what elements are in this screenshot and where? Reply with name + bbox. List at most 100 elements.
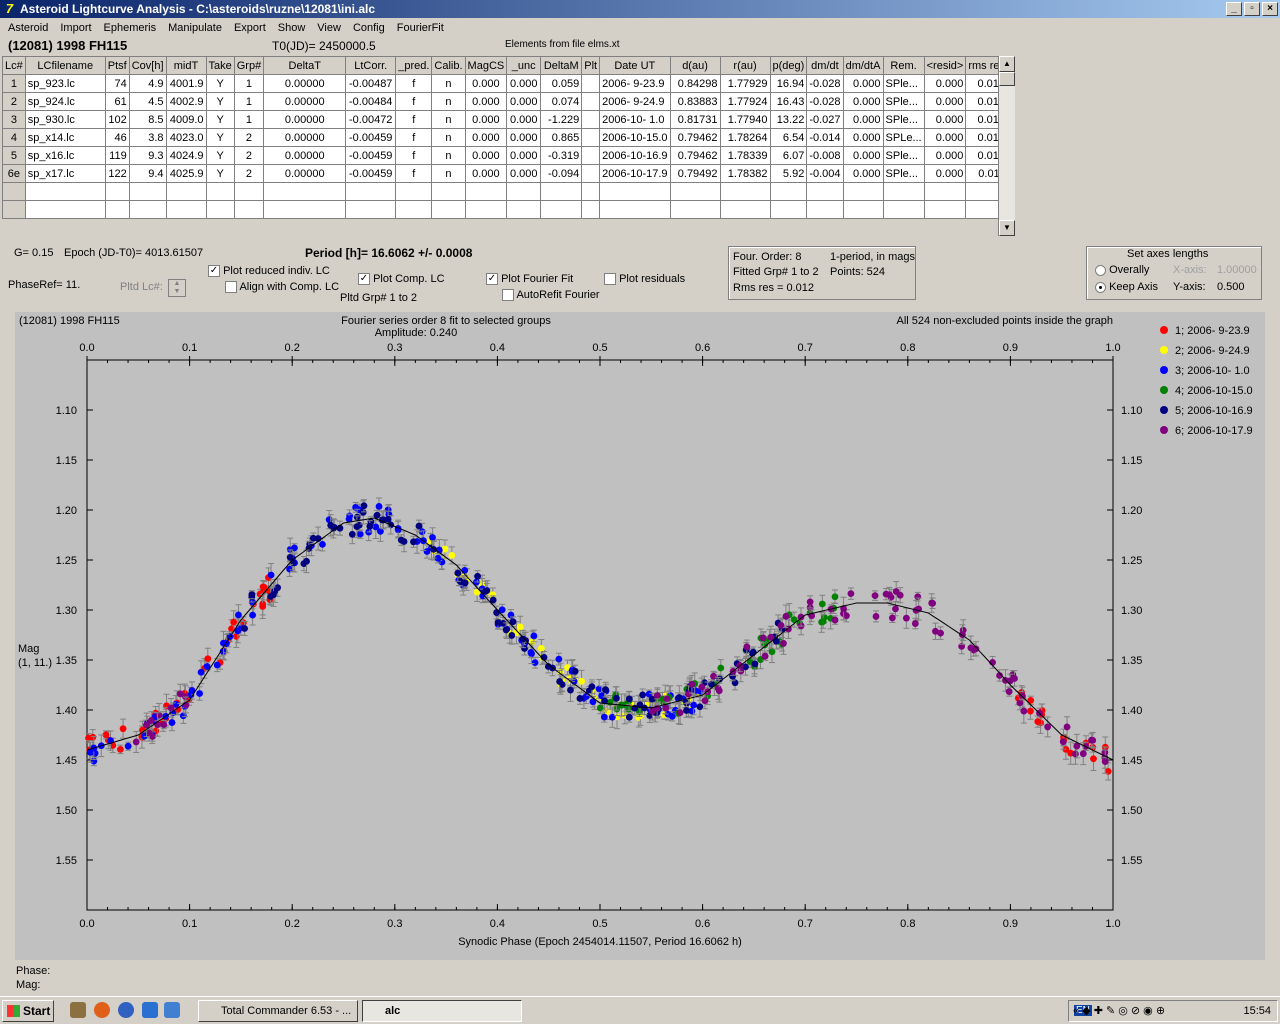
table-cell[interactable]: 0.000 [923,92,967,111]
lightcurve-plot[interactable]: (12081) 1998 FH115 Fourier series order 8… [15,312,1265,960]
plot-fourier-checkbox[interactable]: ✓ Plot Fourier Fit [486,273,573,286]
table-cell[interactable] [806,182,844,201]
table-cell[interactable]: 2 [2,92,26,111]
table-cell[interactable] [581,164,601,183]
table-cell[interactable]: 1 [233,74,265,93]
table-cell[interactable]: 4024.9 [165,146,207,165]
table-cell[interactable]: 0.000 [464,110,508,129]
table-cell[interactable]: 3.8 [128,128,167,147]
table-cell[interactable]: 0.84298 [669,74,721,93]
plot-comp-checkbox[interactable]: ✓ Plot Comp. LC [358,273,445,286]
table-cell[interactable]: Y [205,92,235,111]
table-cell[interactable]: -0.028 [806,92,844,111]
column-header[interactable]: d(au) [669,56,721,75]
table-cell[interactable]: n [431,92,466,111]
table-cell[interactable] [581,146,601,165]
table-cell[interactable] [345,200,397,219]
table-cell[interactable] [769,182,808,201]
table-cell[interactable]: 0.000 [506,128,542,147]
table-scrollbar[interactable]: ▲ ▼ [998,56,1015,236]
table-cell[interactable]: 4009.0 [165,110,207,129]
table-cell[interactable]: 0.79462 [669,146,721,165]
quicklaunch-firefox-icon[interactable] [94,1002,110,1018]
column-header[interactable]: DeltaT [263,56,347,75]
table-cell[interactable]: 0.000 [923,164,967,183]
table-cell[interactable]: 16.94 [769,74,808,93]
table-cell[interactable]: 119 [104,146,130,165]
column-header[interactable]: LtCorr. [345,56,397,75]
task-total-commander[interactable]: Total Commander 6.53 - ... [198,1000,358,1022]
table-cell[interactable]: Y [205,164,235,183]
table-cell[interactable]: 0.000 [506,164,542,183]
table-cell[interactable]: 6e [2,164,26,183]
table-cell[interactable]: Y [205,110,235,129]
table-cell[interactable]: 0.000 [923,128,967,147]
table-cell[interactable]: 2006-10-17.9 [599,164,671,183]
column-header[interactable]: p(deg) [769,56,808,75]
table-cell[interactable]: 0.000 [506,92,542,111]
table-row[interactable] [2,200,1008,219]
table-cell[interactable] [669,182,721,201]
table-cell[interactable] [719,200,771,219]
table-cell[interactable] [205,200,235,219]
close-button[interactable]: × [1262,2,1278,16]
table-cell[interactable]: 8.5 [128,110,167,129]
column-header[interactable]: midT [165,56,207,75]
column-header[interactable]: Grp# [233,56,265,75]
table-cell[interactable]: 6.07 [769,146,808,165]
table-cell[interactable]: n [431,74,466,93]
table-cell[interactable] [540,182,583,201]
table-cell[interactable]: Y [205,74,235,93]
table-cell[interactable] [599,182,671,201]
table-cell[interactable]: SPLe... [882,128,925,147]
table-cell[interactable] [540,200,583,219]
table-cell[interactable]: 3 [2,110,26,129]
overally-radio[interactable]: Overally [1095,264,1149,276]
column-header[interactable]: _pred. [395,56,433,75]
task-alc[interactable]: alc [362,1000,522,1022]
table-cell[interactable]: 0.79462 [669,128,721,147]
table-cell[interactable]: 4002.9 [165,92,207,111]
menu-ephemeris[interactable]: Ephemeris [98,19,163,37]
table-cell[interactable]: sp_x17.lc [24,164,106,183]
table-cell[interactable]: 0.000 [506,110,542,129]
table-cell[interactable]: 0.000 [923,146,967,165]
table-cell[interactable]: -0.028 [806,74,844,93]
table-cell[interactable] [2,182,26,201]
table-row[interactable] [2,182,1008,201]
menu-config[interactable]: Config [347,19,391,37]
column-header[interactable]: dm/dtA [842,56,884,75]
table-cell[interactable] [581,128,601,147]
column-header[interactable]: r(au) [719,56,771,75]
table-cell[interactable]: 1.78264 [719,128,771,147]
table-cell[interactable]: 122 [104,164,130,183]
table-cell[interactable]: 13.22 [769,110,808,129]
table-cell[interactable] [599,200,671,219]
table-cell[interactable]: f [395,92,433,111]
table-cell[interactable]: 0.059 [540,74,583,93]
table-cell[interactable]: 0.00000 [263,164,347,183]
menu-view[interactable]: View [311,19,347,37]
table-cell[interactable]: 16.43 [769,92,808,111]
table-cell[interactable]: 4.9 [128,74,167,93]
table-cell[interactable] [882,182,925,201]
y-axis-input[interactable]: 0.500 [1217,281,1245,293]
table-cell[interactable]: 1.77929 [719,74,771,93]
table-cell[interactable]: 1 [233,110,265,129]
table-cell[interactable]: 0.000 [842,164,884,183]
table-cell[interactable] [669,200,721,219]
table-cell[interactable]: Y [205,128,235,147]
table-cell[interactable]: -0.004 [806,164,844,183]
table-cell[interactable]: 2006-10- 1.0 [599,110,671,129]
column-header[interactable]: <resid> [923,56,967,75]
column-header[interactable]: MagCS [464,56,508,75]
column-header[interactable]: Ptsf [104,56,130,75]
menu-show[interactable]: Show [272,19,312,37]
table-cell[interactable] [24,182,106,201]
table-cell[interactable] [506,182,542,201]
table-cell[interactable] [395,182,433,201]
table-cell[interactable]: 5.92 [769,164,808,183]
table-cell[interactable]: 74 [104,74,130,93]
table-cell[interactable]: -0.00487 [345,74,397,93]
column-header[interactable]: Rem. [882,56,925,75]
